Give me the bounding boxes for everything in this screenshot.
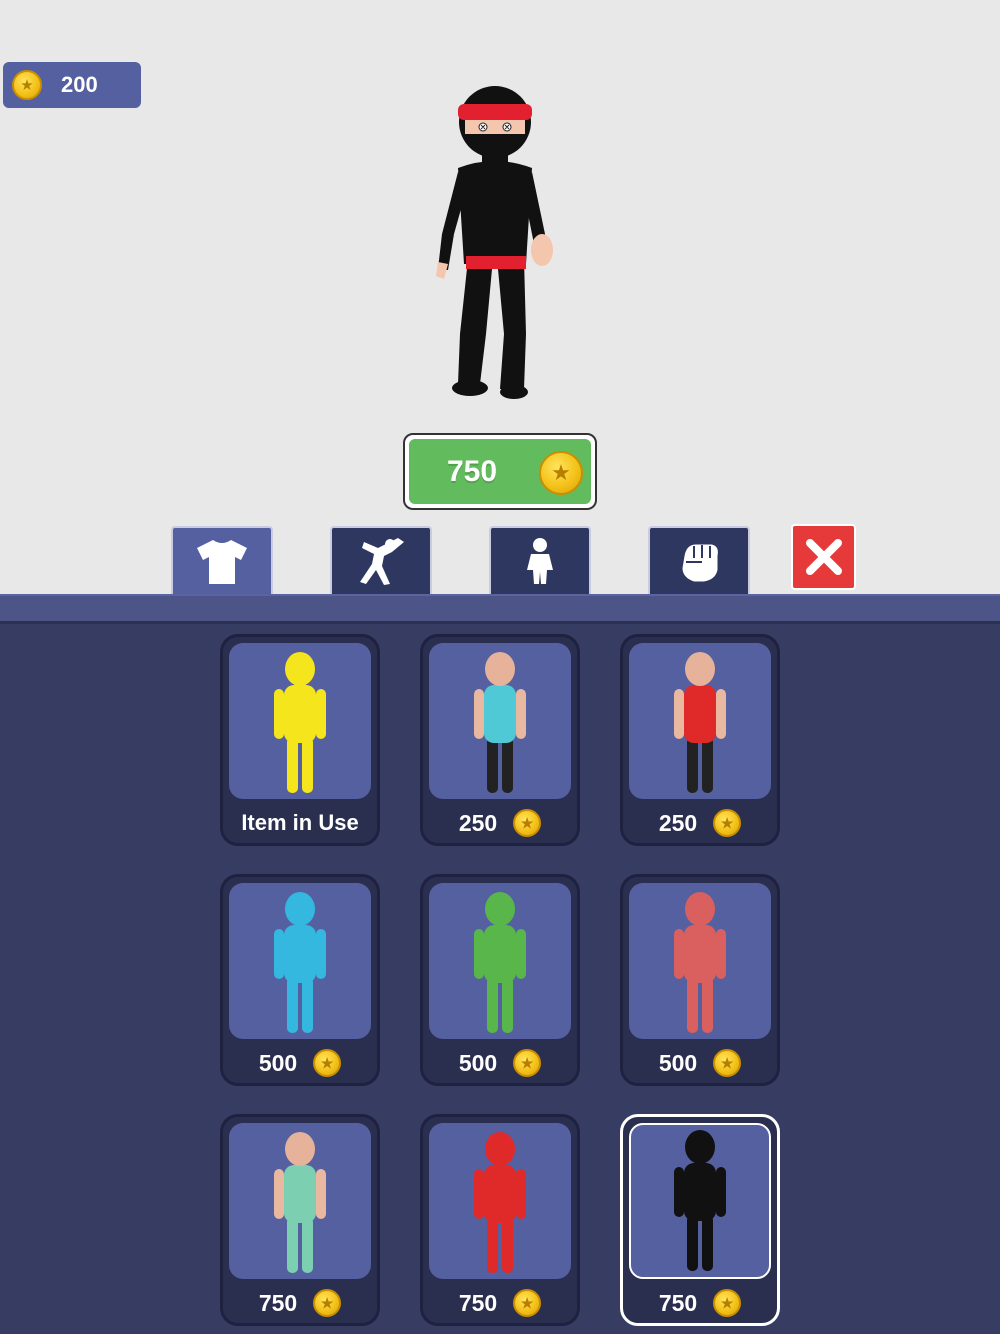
skin-price-label: 250 ★ xyxy=(623,805,777,841)
skin-preview xyxy=(629,883,771,1039)
character-figure xyxy=(274,892,326,1033)
dance-pose-icon xyxy=(360,538,404,585)
skin-price: 750 xyxy=(258,1289,298,1316)
skin-preview xyxy=(429,643,571,799)
skin-preview xyxy=(429,1123,571,1279)
tab-outfits[interactable] xyxy=(171,526,273,594)
skin-price: 500 xyxy=(458,1049,498,1076)
skin-price: 500 xyxy=(258,1049,298,1076)
skin-price: 750 xyxy=(458,1289,498,1316)
ninja-character-preview xyxy=(436,86,553,399)
skin-price-label: 500 ★ xyxy=(623,1045,777,1081)
skin-preview xyxy=(229,643,371,799)
star-coin-icon: ★ xyxy=(513,1289,542,1317)
star-coin-icon: ★ xyxy=(513,1049,542,1077)
star-coin-icon: ★ xyxy=(713,809,742,837)
coin-counter: ★ 200 xyxy=(3,62,141,108)
star-coin-icon: ★ xyxy=(713,1289,742,1317)
star-coin-icon: ★ xyxy=(313,1049,342,1077)
close-button[interactable] xyxy=(791,524,856,590)
star-coin-icon: ★ xyxy=(313,1289,342,1317)
shirt-icon xyxy=(197,540,247,584)
character-figure xyxy=(474,652,526,793)
tab-fists[interactable] xyxy=(648,526,750,594)
skin-card[interactable]: 250 ★ xyxy=(620,634,780,846)
buy-button[interactable]: 750 ★ xyxy=(403,433,597,510)
skin-price-label: 750 ★ xyxy=(423,1285,577,1321)
skin-card[interactable]: 500 ★ xyxy=(420,874,580,1086)
skin-preview xyxy=(629,1123,771,1279)
skin-price-label: 500 ★ xyxy=(223,1045,377,1081)
character-figure xyxy=(474,892,526,1033)
skin-preview xyxy=(229,883,371,1039)
skin-preview xyxy=(229,1123,371,1279)
skin-preview xyxy=(629,643,771,799)
skin-price: 500 xyxy=(658,1049,698,1076)
character-figure xyxy=(674,1130,726,1271)
character-figure xyxy=(274,1132,326,1273)
close-icon xyxy=(805,539,842,575)
tab-body[interactable] xyxy=(489,526,591,594)
star-coin-icon: ★ xyxy=(12,70,42,100)
character-figure xyxy=(674,652,726,793)
panel-header-strip xyxy=(0,594,1000,624)
skin-card[interactable]: 750 ★ xyxy=(620,1114,780,1326)
skin-price-label: 250 ★ xyxy=(423,805,577,841)
skin-price-label: 500 ★ xyxy=(423,1045,577,1081)
skin-card[interactable]: 250 ★ xyxy=(420,634,580,846)
skin-preview xyxy=(429,883,571,1039)
skin-card[interactable]: Item in Use xyxy=(220,634,380,846)
star-coin-icon: ★ xyxy=(539,451,583,495)
skin-card[interactable]: 750 ★ xyxy=(220,1114,380,1326)
skin-price-label: 750 ★ xyxy=(623,1285,777,1321)
skin-price: 250 xyxy=(458,809,498,836)
star-coin-icon: ★ xyxy=(513,809,542,837)
in-use-text: Item in Use xyxy=(241,810,359,835)
skin-card[interactable]: 500 ★ xyxy=(620,874,780,1086)
star-coin-icon: ★ xyxy=(713,1049,742,1077)
buy-price: 750 xyxy=(447,454,498,488)
tab-dances[interactable] xyxy=(330,526,432,594)
fist-icon xyxy=(681,543,719,583)
skin-price: 750 xyxy=(658,1289,698,1316)
item-in-use-label: Item in Use xyxy=(223,805,377,841)
preview-area: ★ 200 750 ★ xyxy=(0,0,1000,594)
skin-price-label: 750 ★ xyxy=(223,1285,377,1321)
body-icon xyxy=(527,538,553,584)
coin-count: 200 xyxy=(61,72,98,97)
character-figure xyxy=(274,652,326,793)
skin-card[interactable]: 750 ★ xyxy=(420,1114,580,1326)
character-figure xyxy=(474,1132,526,1273)
skin-price: 250 xyxy=(658,809,698,836)
skin-card[interactable]: 500 ★ xyxy=(220,874,380,1086)
buy-button-inner: 750 ★ xyxy=(409,439,591,504)
character-figure xyxy=(674,892,726,1033)
